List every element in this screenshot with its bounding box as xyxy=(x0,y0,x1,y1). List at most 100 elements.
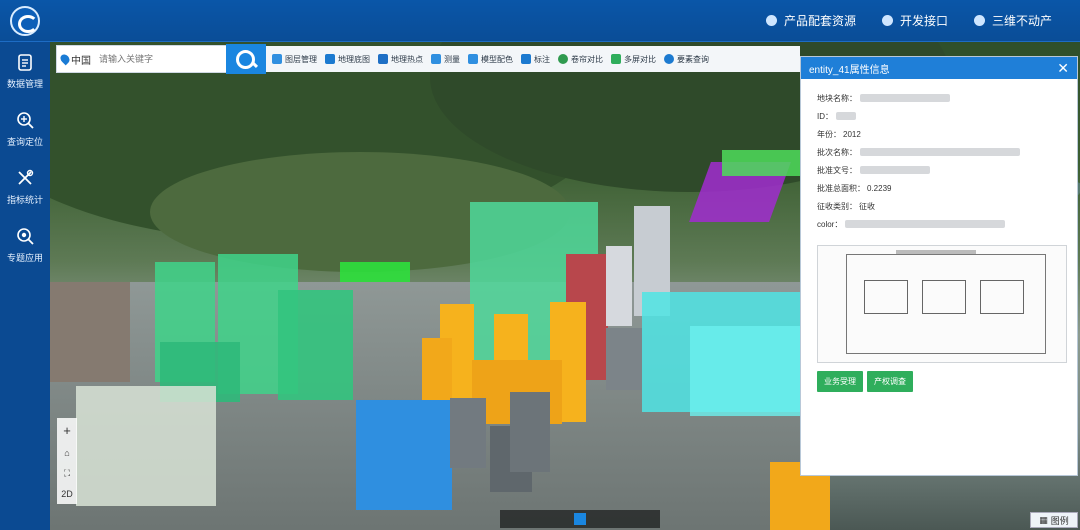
home-icon[interactable]: ⌂ xyxy=(64,448,69,458)
building-grey xyxy=(510,392,550,472)
redacted-value xyxy=(860,94,950,102)
building-grey xyxy=(450,398,486,468)
sidebar-item-thematic[interactable]: 专题应用 xyxy=(0,216,50,274)
location-pin-icon xyxy=(58,52,72,66)
brush-icon xyxy=(468,54,478,64)
bookmark-icon xyxy=(378,54,388,64)
tool-label: 模型配色 xyxy=(481,54,513,64)
clipboard-icon xyxy=(15,52,35,72)
tool-label: 地理热点 xyxy=(391,54,423,64)
plan-unit xyxy=(922,280,966,314)
redacted-value xyxy=(860,166,930,174)
map-controls: + ⌂ ⛶ 2D xyxy=(57,418,77,504)
tool-label: 图层管理 xyxy=(285,54,317,64)
prop-row: 地块名称： xyxy=(817,89,1061,107)
top-link-3d-realestate[interactable]: 三维不动产 xyxy=(973,12,1052,29)
redacted-value xyxy=(845,220,1006,228)
redacted-value xyxy=(836,112,856,120)
tool-layer-manage[interactable]: 图层管理 xyxy=(272,54,317,65)
sidebar-item-statistics[interactable]: 指标统计 xyxy=(0,158,50,216)
prop-value: 征收 xyxy=(859,201,875,211)
zoom-in-button[interactable]: + xyxy=(63,423,71,438)
tool-model-color[interactable]: 模型配色 xyxy=(468,54,513,65)
tool-feature-query[interactable]: 要素查询 xyxy=(664,54,709,65)
flag-icon xyxy=(521,54,531,64)
sidebar-item-query-locate[interactable]: 查询定位 xyxy=(0,100,50,158)
building-green xyxy=(278,290,353,400)
prop-row: color： xyxy=(817,215,1061,233)
prop-row: 批次名称： xyxy=(817,143,1061,161)
property-panel: entity_41属性信息 ✕ 地块名称： ID： 年份： 2012 批次名称：… xyxy=(800,56,1078,476)
top-link-label: 三维不动产 xyxy=(991,14,1052,28)
circle-icon xyxy=(765,15,777,26)
prop-row: 批准总面积： 0.2239 xyxy=(817,179,1061,197)
sidebar-item-label: 专题应用 xyxy=(6,253,43,263)
status-bar xyxy=(500,510,660,528)
plan-unit xyxy=(980,280,1024,314)
search-input[interactable] xyxy=(95,54,205,64)
globe-icon xyxy=(558,54,568,64)
expand-up-icon[interactable] xyxy=(574,513,586,525)
search-button[interactable] xyxy=(226,44,266,74)
map-icon xyxy=(325,54,335,64)
tool-measure[interactable]: 测量 xyxy=(431,54,460,65)
tool-hotspot[interactable]: 地理热点 xyxy=(378,54,423,65)
top-header: 产品配套资源 开发接口 三维不动产 xyxy=(0,0,1080,42)
top-nav: 产品配套资源 开发接口 三维不动产 xyxy=(765,12,1052,29)
region-label: 中国 xyxy=(71,55,91,67)
tool-swipe-compare[interactable]: 卷帘对比 xyxy=(558,54,603,65)
prop-row: 征收类别： 征收 xyxy=(817,197,1061,215)
plan-unit xyxy=(864,280,908,314)
grid-icon xyxy=(611,54,621,64)
zone-green xyxy=(722,150,802,176)
sidebar-item-data-management[interactable]: 数据管理 xyxy=(0,42,50,100)
region-selector[interactable]: 中国 xyxy=(57,52,95,67)
sidebar-item-label: 查询定位 xyxy=(6,137,43,147)
building-blue xyxy=(356,400,452,510)
building-cyan xyxy=(690,326,800,416)
prop-value: 2012 xyxy=(843,129,861,139)
tool-label: 标注 xyxy=(534,54,550,64)
prop-label: color： xyxy=(817,219,843,229)
sidebar-item-label: 数据管理 xyxy=(6,79,43,89)
building-grey xyxy=(606,246,632,326)
tool-basemap[interactable]: 地理底图 xyxy=(325,54,370,65)
business-accept-button[interactable]: 业务受理 xyxy=(817,371,863,392)
top-link-api[interactable]: 开发接口 xyxy=(881,12,948,29)
app-logo[interactable] xyxy=(10,6,40,36)
panel-title: entity_41属性信息 xyxy=(809,64,890,76)
prop-label: 批准文号： xyxy=(817,165,857,175)
property-survey-button[interactable]: 产权调査 xyxy=(867,371,913,392)
close-icon[interactable]: ✕ xyxy=(1057,60,1069,77)
floor-plan-image xyxy=(817,245,1067,363)
plan-title xyxy=(896,250,976,254)
tool-label: 地理底图 xyxy=(338,54,370,64)
tool-label: 卷帘对比 xyxy=(571,54,603,64)
legend-button[interactable]: ▦ 图例 xyxy=(1030,512,1078,528)
redacted-value xyxy=(860,148,1020,156)
prop-label: 征收类别： xyxy=(817,201,857,211)
tool-label: 多屏对比 xyxy=(624,54,656,64)
search-plus-icon xyxy=(15,110,35,130)
prop-label: 批次名称： xyxy=(817,147,857,157)
building-grey xyxy=(606,328,642,390)
view-mode-toggle[interactable]: 2D xyxy=(61,489,73,499)
panel-body: 地块名称： ID： 年份： 2012 批次名称： 批准文号： 批准总面积： 0.… xyxy=(801,79,1077,402)
building-pale xyxy=(76,386,216,506)
ruler-icon xyxy=(431,54,441,64)
prop-value: 0.2239 xyxy=(867,183,892,193)
map-toolbar: 图层管理 地理底图 地理热点 测量 模型配色 标注 卷帘对比 多屏对比 要素查询 xyxy=(266,46,800,72)
tool-multiscreen[interactable]: 多屏对比 xyxy=(611,54,656,65)
circle-icon xyxy=(881,15,893,26)
panel-actions: 业务受理 产权调査 xyxy=(817,371,1061,392)
prop-label: 批准总面积： xyxy=(817,183,865,193)
prop-label: 地块名称： xyxy=(817,93,857,103)
fullscreen-icon[interactable]: ⛶ xyxy=(64,468,70,479)
tools-icon xyxy=(15,168,35,188)
tool-label: 测量 xyxy=(444,54,460,64)
tool-label-mark[interactable]: 标注 xyxy=(521,54,550,65)
sidebar-item-label: 指标统计 xyxy=(6,195,43,205)
prop-label: ID： xyxy=(817,111,833,121)
top-link-resources[interactable]: 产品配套资源 xyxy=(765,12,856,29)
circle-icon xyxy=(973,15,985,26)
